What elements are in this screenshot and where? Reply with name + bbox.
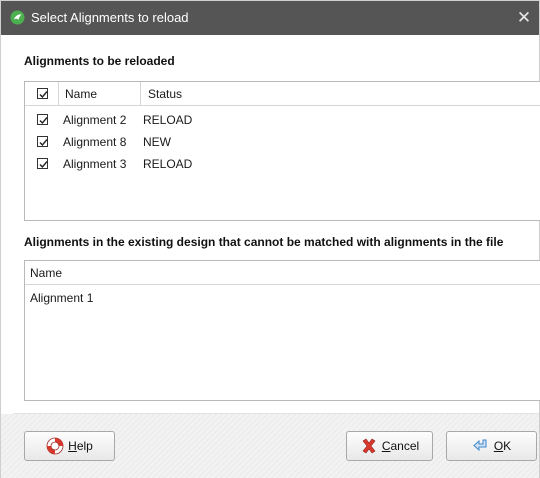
close-icon[interactable]: ✕ — [509, 1, 539, 35]
ok-button[interactable]: OK — [446, 431, 537, 461]
help-button-label: Help — [68, 439, 93, 453]
table-row[interactable]: Alignment 2 RELOAD — [25, 109, 540, 131]
unmatched-table: Name Alignment 1 — [24, 260, 540, 401]
reload-section-heading: Alignments to be reloaded — [24, 54, 175, 68]
lifebuoy-icon — [46, 437, 64, 455]
cancel-button[interactable]: Cancel — [346, 431, 433, 461]
dialog-window: Select Alignments to reload ✕ Alignments… — [0, 0, 540, 478]
row-status: RELOAD — [143, 157, 193, 171]
app-logo-icon — [10, 10, 25, 25]
row-name: Alignment 3 — [63, 157, 127, 171]
row-name: Alignment 2 — [63, 113, 127, 127]
row-checkbox[interactable] — [37, 114, 48, 125]
column-header-status[interactable]: Status — [148, 83, 182, 105]
return-arrow-icon — [472, 437, 490, 455]
column-header-name[interactable]: Name — [65, 83, 97, 105]
dialog-footer: Help Cancel OK — [1, 414, 539, 478]
help-button[interactable]: Help — [24, 431, 115, 461]
red-x-icon — [360, 437, 378, 455]
row-checkbox[interactable] — [37, 136, 48, 147]
row-status: NEW — [143, 135, 171, 149]
unmatched-table-header: Name — [25, 261, 540, 285]
reload-table: Name Status Alignment 2 RELOAD Alignment… — [24, 81, 540, 221]
cancel-button-label: Cancel — [381, 439, 420, 453]
row-status: RELOAD — [143, 113, 193, 127]
row-name: Alignment 8 — [63, 135, 127, 149]
unmatched-section-heading: Alignments in the existing design that c… — [24, 235, 504, 249]
dialog-title: Select Alignments to reload — [31, 10, 189, 25]
unmatched-alignment-name: Alignment 1 — [30, 291, 94, 305]
select-all-checkbox[interactable] — [37, 88, 48, 99]
table-row[interactable]: Alignment 3 RELOAD — [25, 153, 540, 175]
list-item[interactable]: Alignment 1 — [25, 287, 540, 309]
row-checkbox[interactable] — [37, 158, 48, 169]
reload-table-header: Name Status — [25, 82, 540, 106]
table-row[interactable]: Alignment 8 NEW — [25, 131, 540, 153]
ok-button-label: OK — [493, 439, 512, 453]
column-header-name[interactable]: Name — [30, 262, 62, 284]
title-bar[interactable]: Select Alignments to reload ✕ — [1, 1, 539, 35]
